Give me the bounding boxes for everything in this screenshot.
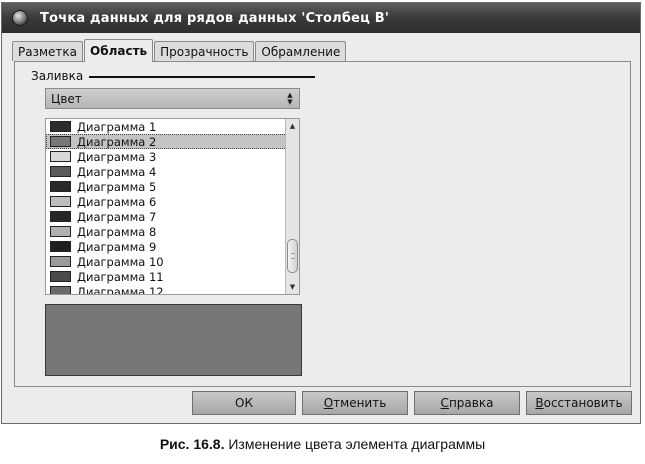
color-swatch xyxy=(50,241,71,252)
cancel-button[interactable]: Отменить xyxy=(302,391,408,415)
help-button-label: правка xyxy=(448,396,494,410)
tab-strip: Разметка Область Прозрачность Обрамление xyxy=(12,39,347,62)
color-list[interactable]: Диаграмма 1 Диаграмма 2 Диаграмма 3 Диаграм… xyxy=(45,118,300,295)
color-item-label: Диаграмма 9 xyxy=(77,239,157,254)
color-item-label: Диаграмма 2 xyxy=(77,134,157,149)
color-swatch xyxy=(50,151,71,162)
ok-button[interactable]: ОК xyxy=(192,391,296,415)
reset-button-label: осстановить xyxy=(543,396,623,410)
color-swatch xyxy=(50,181,71,192)
tab-borders[interactable]: Обрамление xyxy=(255,41,347,61)
spin-arrows-icon: ▲ ▼ xyxy=(287,90,293,106)
color-item-label: Диаграмма 7 xyxy=(77,209,157,224)
dialog-window: Точка данных для рядов данных 'Столбец B… xyxy=(1,2,641,424)
color-list-item[interactable]: Диаграмма 8 xyxy=(46,224,299,239)
color-rows: Диаграмма 1 Диаграмма 2 Диаграмма 3 Диаграм… xyxy=(46,119,299,295)
cancel-mnemonic: О xyxy=(323,396,334,410)
window-title: Точка данных для рядов данных 'Столбец B… xyxy=(40,10,390,26)
color-swatch xyxy=(50,166,71,177)
color-item-label: Диаграмма 1 xyxy=(77,119,157,134)
color-item-label: Диаграмма 11 xyxy=(77,269,164,284)
caption-number: Рис. 16.8. xyxy=(159,436,225,452)
color-list-item[interactable]: Диаграмма 9 xyxy=(46,239,299,254)
color-list-item[interactable]: Диаграмма 11 xyxy=(46,269,299,284)
scroll-thumb[interactable] xyxy=(287,239,298,273)
list-scrollbar[interactable]: ▲ ▼ xyxy=(285,119,299,294)
tab-transparency[interactable]: Прозрачность xyxy=(154,41,255,61)
tab-borders-label: Обрамление xyxy=(261,44,341,59)
color-swatch xyxy=(50,226,71,237)
tab-layout[interactable]: Разметка xyxy=(12,41,83,61)
caption-text: Изменение цвета элемента диаграммы xyxy=(224,436,486,452)
color-swatch xyxy=(50,211,71,222)
color-item-label: Диаграмма 3 xyxy=(77,149,157,164)
color-list-item[interactable]: Диаграмма 6 xyxy=(46,194,299,209)
thumb-grip-icon xyxy=(291,253,295,259)
button-row: ОК Отменить Справка Восстановить xyxy=(2,391,640,417)
tab-area[interactable]: Область xyxy=(84,39,154,62)
color-list-item[interactable]: Диаграмма 10 xyxy=(46,254,299,269)
title-bar[interactable]: Точка данных для рядов данных 'Столбец B… xyxy=(2,3,640,33)
color-swatch xyxy=(50,286,71,294)
group-divider xyxy=(89,76,315,78)
color-swatch xyxy=(50,271,71,282)
figure-caption: Рис. 16.8. Изменение цвета элемента диаг… xyxy=(0,436,645,452)
reset-button[interactable]: Восстановить xyxy=(526,391,632,415)
color-list-item[interactable]: Диаграмма 5 xyxy=(46,179,299,194)
app-sphere-icon[interactable] xyxy=(12,10,28,26)
color-swatch xyxy=(50,256,71,267)
fill-type-value: Цвет xyxy=(51,91,82,106)
color-list-item[interactable]: Диаграмма 4 xyxy=(46,164,299,179)
color-swatch xyxy=(50,136,71,147)
color-list-item[interactable]: Диаграмма 7 xyxy=(46,209,299,224)
ok-button-label: ОК xyxy=(235,396,253,410)
help-button[interactable]: Справка xyxy=(414,391,520,415)
color-list-item[interactable]: Диаграмма 2 xyxy=(46,134,299,149)
color-list-item[interactable]: Диаграмма 3 xyxy=(46,149,299,164)
color-item-label: Диаграмма 10 xyxy=(77,254,164,269)
fill-preview xyxy=(45,304,302,376)
color-list-item[interactable]: Диаграмма 1 xyxy=(46,119,299,134)
cancel-button-label: тменить xyxy=(333,396,387,410)
color-item-label: Диаграмма 5 xyxy=(77,179,157,194)
color-list-item[interactable]: Диаграмма 12 xyxy=(46,284,299,295)
reset-mnemonic: В xyxy=(535,396,544,410)
help-mnemonic: С xyxy=(440,396,449,410)
color-item-label: Диаграмма 12 xyxy=(77,284,164,295)
color-item-label: Диаграмма 8 xyxy=(77,224,157,239)
tab-area-label: Область xyxy=(90,44,148,58)
color-item-label: Диаграмма 4 xyxy=(77,164,157,179)
fill-group-label: Заливка xyxy=(31,69,84,83)
tab-panel-area: Заливка Цвет ▲ ▼ Диаграмма 1 Диаграмма 2 Ди… xyxy=(14,61,631,387)
color-swatch xyxy=(50,121,71,132)
tab-transparency-label: Прозрачность xyxy=(160,44,249,59)
color-item-label: Диаграмма 6 xyxy=(77,194,157,209)
scroll-down-arrow-icon[interactable]: ▼ xyxy=(286,281,299,293)
fill-type-select[interactable]: Цвет ▲ ▼ xyxy=(45,88,300,109)
tab-layout-label: Разметка xyxy=(18,44,77,59)
color-swatch xyxy=(50,196,71,207)
scroll-up-arrow-icon[interactable]: ▲ xyxy=(286,120,299,132)
